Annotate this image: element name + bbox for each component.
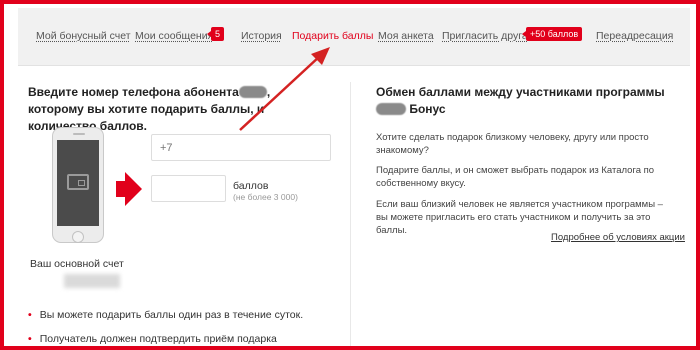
phone-speaker xyxy=(73,133,85,135)
exchange-info-title: Обмен баллами между участниками программ… xyxy=(376,84,676,118)
red-arrow-icon xyxy=(116,172,142,206)
phone-home-button xyxy=(72,231,84,243)
phone-screen xyxy=(57,140,99,226)
rule-text: Получатель должен подтвердить приём пода… xyxy=(39,333,277,345)
points-unit-label: баллов xyxy=(233,180,269,192)
info-paragraph: Подарите баллы, и он сможет выбрать пода… xyxy=(376,165,655,189)
censored-blur xyxy=(238,86,267,98)
terms-details-link[interactable]: Подробнее об условиях акции xyxy=(551,232,685,243)
censored-blur xyxy=(376,103,406,115)
nav-invite-friend[interactable]: Пригласить друга xyxy=(442,30,528,42)
wallet-icon xyxy=(67,174,89,190)
exchange-info-title-part2: Бонус xyxy=(409,102,446,116)
nav-my-profile[interactable]: Моя анкета xyxy=(378,30,434,42)
invite-bonus-badge: +50 баллов xyxy=(521,27,583,41)
nav-forwarding[interactable]: Переадресация xyxy=(596,30,673,42)
rule-text: Вы можете подарить баллы один раз в тече… xyxy=(39,309,304,321)
info-paragraph: Хотите сделать подарок близкому человеку… xyxy=(376,132,649,156)
account-caption: Ваш основной счет xyxy=(30,258,124,270)
rule-list-item: • Получатель должен подтвердить приём под… xyxy=(28,333,277,345)
recipient-phone-input[interactable] xyxy=(151,134,331,161)
points-amount-input[interactable] xyxy=(151,175,226,202)
smartphone-icon xyxy=(52,127,104,243)
nav-history[interactable]: История xyxy=(241,30,282,42)
nav-my-bonus-account[interactable]: Мой бонусный счет xyxy=(36,30,131,42)
column-divider xyxy=(350,82,351,346)
gift-form-title-part1: Введите номер телефона абонента xyxy=(28,85,239,99)
censored-account-number xyxy=(64,274,120,288)
top-navigation: Мой бонусный счет Мои сообщения 5 Истори… xyxy=(18,8,690,66)
screenshot-frame: Мой бонусный счет Мои сообщения 5 Истори… xyxy=(0,0,700,350)
nav-gift-points[interactable]: Подарить баллы xyxy=(292,30,373,42)
rule-list-item: • Вы можете подарить баллы один раз в теч… xyxy=(28,309,304,321)
nav-my-messages[interactable]: Мои сообщения xyxy=(135,30,213,42)
exchange-info-title-part1: Обмен баллами между участниками программ… xyxy=(376,85,665,99)
points-limit-note: (не более 3 000) xyxy=(233,192,298,202)
messages-count-badge: 5 xyxy=(206,27,225,41)
